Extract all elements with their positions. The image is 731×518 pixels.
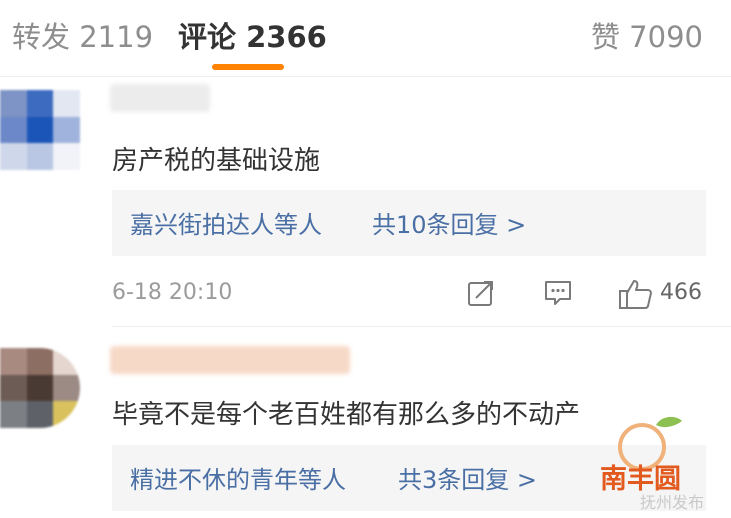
watermark-subtitle: 抚州发布 <box>640 493 705 512</box>
comment-icon[interactable] <box>543 278 573 308</box>
reply-count-link[interactable]: 共3条回复 > <box>398 460 537 495</box>
like-count: 466 <box>660 280 702 305</box>
share-icon[interactable] <box>466 278 496 308</box>
tab-bar: 转发 2119 评论 2366 赞 7090 <box>0 0 731 77</box>
tab-repost[interactable]: 转发 2119 <box>12 14 153 56</box>
tab-comment[interactable]: 评论 2366 <box>178 14 327 56</box>
comment-text: 毕竟不是每个老百姓都有那么多的不动产 <box>112 400 581 430</box>
reply-summary[interactable]: 嘉兴街拍达人等人 共10条回复 > <box>112 190 706 256</box>
username-blurred[interactable] <box>110 84 210 112</box>
comment-text: 房产税的基础设施 <box>112 146 321 176</box>
watermark: 南丰圆 抚州发布 <box>590 413 730 513</box>
reply-count-link[interactable]: 共10条回复 > <box>372 205 526 240</box>
like-icon[interactable] <box>618 278 654 310</box>
avatar[interactable] <box>0 90 80 170</box>
reply-users-link[interactable]: 嘉兴街拍达人等人 <box>130 205 322 240</box>
comment-timestamp: 6-18 20:10 <box>112 280 233 305</box>
tab-active-indicator <box>212 64 284 70</box>
username-blurred[interactable] <box>110 346 350 374</box>
avatar[interactable] <box>0 348 80 428</box>
reply-users-link[interactable]: 精进不休的青年等人 <box>130 460 346 495</box>
tab-like[interactable]: 赞 7090 <box>591 14 703 56</box>
comment-divider <box>112 326 731 327</box>
